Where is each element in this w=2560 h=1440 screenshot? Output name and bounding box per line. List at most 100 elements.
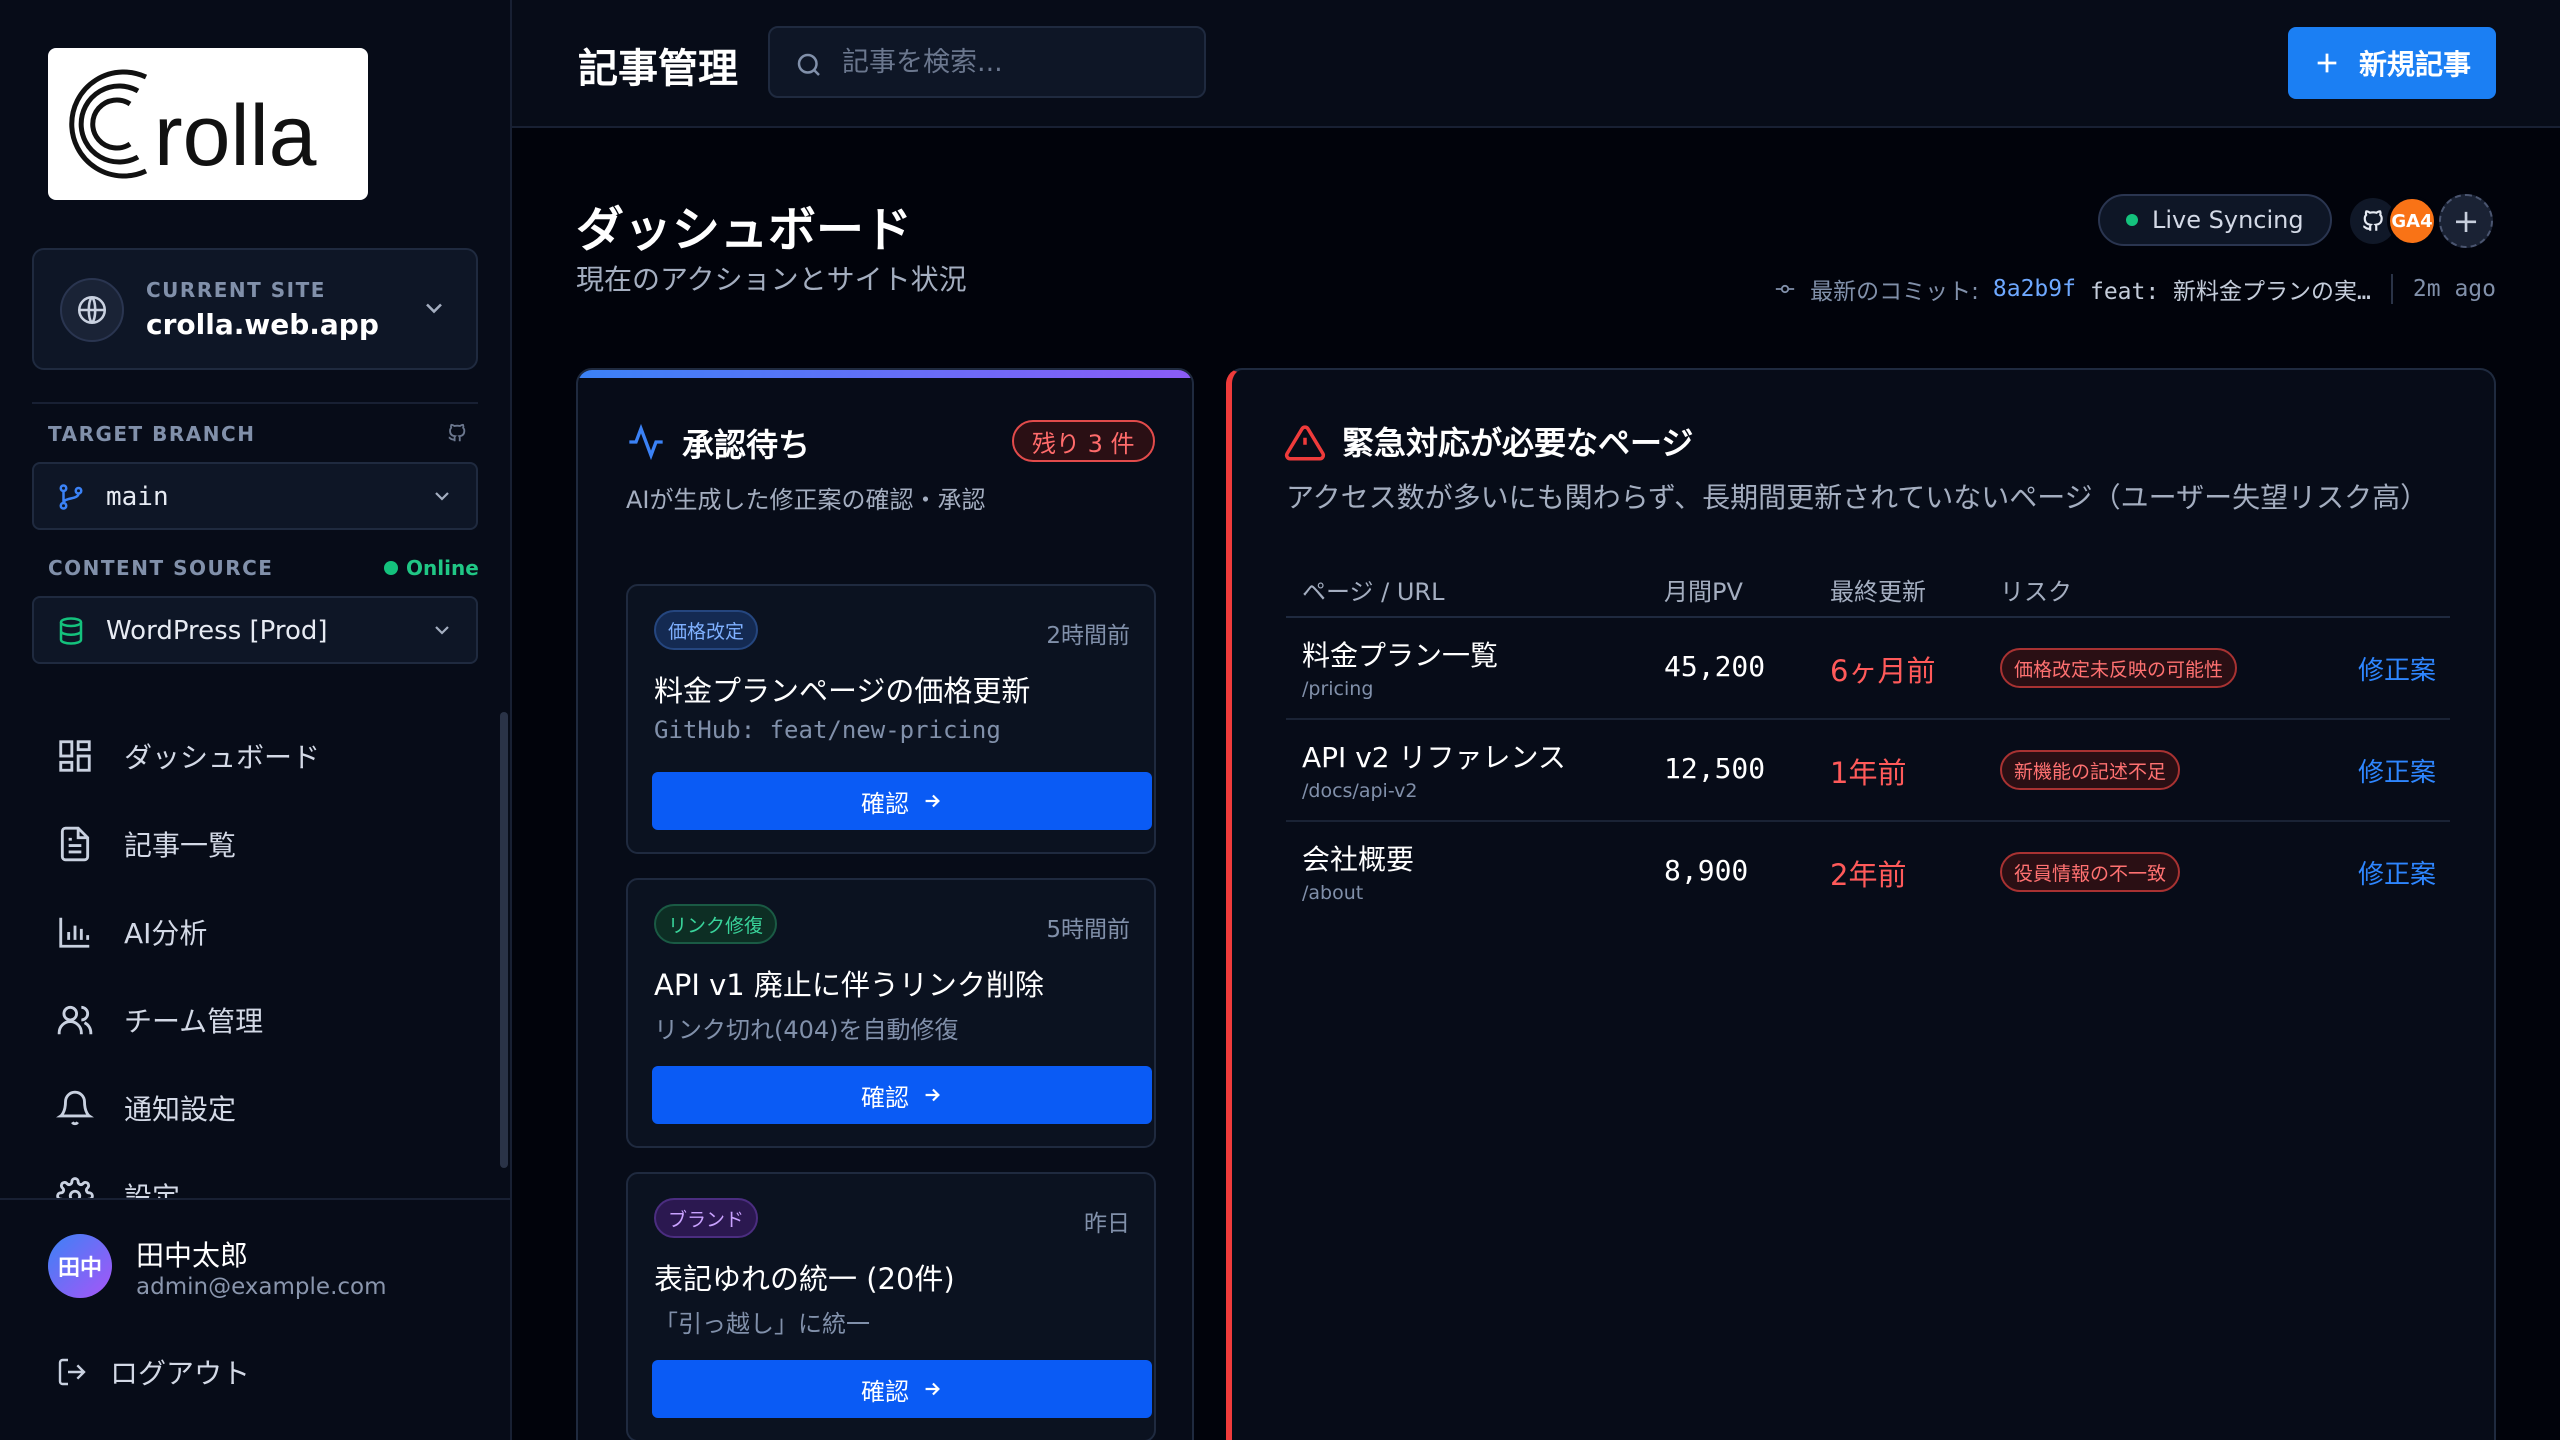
add-integration-button[interactable]: + (2439, 194, 2493, 248)
risk-badge: 役員情報の不一致 (2000, 852, 2181, 892)
pending-approvals-card: 承認待ち 残り 3 件 AIが生成した修正案の確認・承認 価格改定 2時間前 料… (576, 368, 1194, 1440)
logout-label: ログアウト (110, 1357, 251, 1390)
sidebar-scrollbar[interactable] (500, 712, 508, 1168)
search-input[interactable] (842, 42, 1192, 82)
site-caption: CURRENT SITE (146, 278, 326, 302)
table-header: ページ / URL 月間PV 最終更新 リスク (1286, 560, 2450, 618)
monthly-pv: 12,500 (1664, 752, 1766, 785)
risk-badge: 新機能の記述不足 (2000, 750, 2181, 790)
last-updated: 2年前 (1830, 858, 1907, 892)
commit-label: 最新のコミット: (1810, 279, 1979, 305)
site-selector[interactable]: CURRENT SITE crolla.web.app (32, 248, 478, 370)
chevron-down-icon (430, 484, 454, 512)
user-email: admin@example.com (136, 1274, 387, 1300)
approval-item: ブランド 昨日 表記ゆれの統一 (20件) 「引っ越し」に統一 確認 (626, 1172, 1156, 1440)
last-updated: 6ヶ月前 (1830, 654, 1936, 688)
confirm-button[interactable]: 確認 (652, 772, 1152, 830)
last-updated: 1年前 (1830, 756, 1907, 790)
user-name: 田中太郎 (136, 1239, 249, 1272)
divider (2390, 274, 2393, 304)
sidebar-nav: ダッシュボード 記事一覧 AI分析 チーム管理 通知設定 設定 (0, 720, 500, 1200)
branch-caption: TARGET BRANCH (48, 422, 256, 446)
commit-hash[interactable]: 8a2b9f (1993, 276, 2076, 302)
globe-icon (60, 278, 124, 342)
sidebar-divider (32, 402, 478, 404)
arrow-right-icon (925, 1088, 940, 1102)
card-title: 承認待ち (682, 426, 811, 464)
task-time: 昨日 (1084, 1211, 1130, 1237)
sidebar-item-label: 通知設定 (124, 1093, 237, 1126)
confirm-label: 確認 (861, 789, 909, 818)
source-select[interactable]: WordPress [Prod] (32, 596, 478, 664)
new-article-button[interactable]: 新規記事 (2288, 27, 2496, 99)
card-title: 緊急対応が必要なページ (1342, 424, 1694, 462)
bar-chart-icon (59, 917, 90, 948)
task-title: 表記ゆれの統一 (20件) (654, 1262, 955, 1296)
sidebar-item-articles[interactable]: 記事一覧 (56, 818, 236, 870)
sidebar-item-label: チーム管理 (124, 1005, 264, 1038)
fix-proposal-link[interactable]: 修正案 (2358, 650, 2436, 687)
category-tag: 価格改定 (654, 610, 759, 650)
page-url: /docs/api-v2 (1302, 780, 1418, 802)
page-url: /about (1302, 882, 1364, 904)
document-icon (60, 826, 90, 862)
logo-wordmark: rolla (154, 88, 317, 184)
app-root: rolla CURRENT SITE crolla.web.app TARGET… (0, 0, 2560, 1440)
search-box[interactable] (768, 26, 1206, 98)
sidebar-item-settings[interactable]: 設定 (56, 1170, 180, 1200)
table-row[interactable]: 会社概要 /about 8,900 2年前 役員情報の不一致 修正案 (1286, 822, 2450, 924)
sidebar-item-team[interactable]: チーム管理 (56, 994, 263, 1046)
page-url: /pricing (1302, 678, 1374, 700)
fix-proposal-link[interactable]: 修正案 (2358, 854, 2436, 891)
bell-icon (56, 1090, 94, 1126)
confirm-button[interactable]: 確認 (652, 1360, 1152, 1418)
page-name: API v2 リファレンス (1302, 741, 1566, 774)
source-status: Online (384, 556, 479, 580)
column-header: 月間PV (1664, 578, 1743, 606)
sidebar-item-notifications[interactable]: 通知設定 (56, 1082, 236, 1134)
live-sync-status[interactable]: Live Syncing (2098, 194, 2332, 246)
branch-select[interactable]: main (32, 462, 478, 530)
sidebar-item-ai-analysis[interactable]: AI分析 (56, 906, 207, 958)
task-title: 料金プランページの価格更新 (654, 674, 1031, 708)
monthly-pv: 8,900 (1664, 854, 1749, 887)
confirm-button[interactable]: 確認 (652, 1066, 1152, 1124)
grid-icon (59, 740, 91, 772)
status-dot (2126, 214, 2138, 226)
approval-item: リンク修復 5時間前 API v1 廃止に伴うリンク削除 リンク切れ(404)を… (626, 878, 1156, 1148)
sidebar-item-dashboard[interactable]: ダッシュボード (56, 730, 320, 782)
status-label: Online (406, 556, 479, 580)
sidebar: rolla CURRENT SITE crolla.web.app TARGET… (0, 0, 512, 1440)
sidebar-item-label: ダッシュボード (124, 741, 321, 774)
fix-proposal-link[interactable]: 修正案 (2358, 752, 2436, 789)
column-header: 最終更新 (1830, 578, 1926, 606)
logout-button[interactable]: ログアウト (56, 1352, 250, 1392)
table-row[interactable]: 料金プラン一覧 /pricing 45,200 6ヶ月前 価格改定未反映の可能性… (1286, 618, 2450, 720)
category-tag: ブランド (654, 1198, 759, 1238)
branch-value: main (106, 482, 169, 512)
table-row[interactable]: API v2 リファレンス /docs/api-v2 12,500 1年前 新機… (1286, 720, 2450, 822)
source-value: WordPress [Prod] (106, 616, 328, 646)
page-name: 会社概要 (1302, 843, 1415, 876)
github-icon (446, 422, 468, 448)
crolla-logo[interactable]: rolla (48, 48, 368, 200)
avatar[interactable]: 田中 (48, 1234, 112, 1298)
task-description: GitHub: feat/new-pricing (654, 716, 1001, 744)
database-icon (56, 616, 86, 650)
card-accent-bar (578, 370, 1192, 378)
status-dot (384, 561, 398, 575)
git-commit-icon (1775, 284, 1795, 294)
plus-icon (2317, 53, 2337, 73)
task-time: 2時間前 (1046, 623, 1130, 649)
sidebar-item-label: 記事一覧 (124, 829, 237, 862)
urgent-pages-card: 緊急対応が必要なページ アクセス数が多いにも関わらず、長期間更新されていないペー… (1226, 368, 2496, 1440)
column-header: ページ / URL (1302, 578, 1445, 606)
users-icon (57, 1005, 93, 1035)
activity-icon (626, 422, 666, 466)
gear-icon (56, 1177, 94, 1200)
chevron-down-icon (430, 618, 454, 646)
column-header: リスク (2000, 578, 2072, 606)
confirm-label: 確認 (861, 1377, 909, 1406)
ga4-integration-icon[interactable]: GA4 (2387, 196, 2437, 246)
category-tag: リンク修復 (654, 904, 778, 944)
